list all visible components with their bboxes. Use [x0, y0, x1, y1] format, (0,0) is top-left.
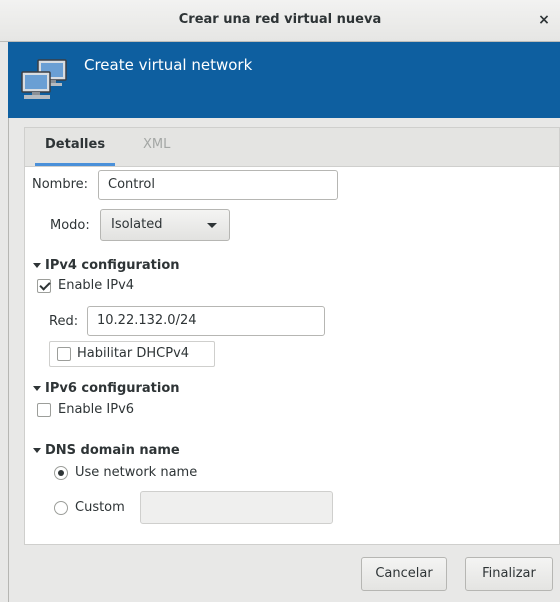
finish-button[interactable]: Finalizar [465, 557, 553, 591]
enable-dhcp-checkbox[interactable] [57, 347, 71, 361]
use-network-name-label: Use network name [75, 465, 198, 480]
name-label: Nombre: [32, 177, 89, 192]
enable-ipv4-label: Enable IPv4 [58, 278, 135, 293]
chevron-down-icon [207, 223, 217, 228]
tab-bar: Detalles XML [25, 128, 559, 167]
custom-dns-label: Custom [75, 500, 125, 515]
network-computers-icon [20, 56, 72, 106]
close-button[interactable]: × [534, 10, 554, 30]
title-bar[interactable]: Crear una red virtual nueva × [0, 0, 560, 42]
header-banner: Create virtual network [8, 42, 560, 118]
enable-dhcp-label: Habilitar DHCPv4 [77, 346, 190, 361]
mode-dropdown[interactable]: Isolated [100, 209, 230, 241]
use-network-name-radio[interactable] [54, 466, 68, 480]
enable-ipv6-label: Enable IPv6 [58, 402, 135, 417]
name-field[interactable]: Control [98, 170, 338, 200]
ipv6-heading: IPv6 configuration [45, 381, 180, 396]
ipv4-heading: IPv4 configuration [45, 258, 180, 273]
network-label: Red: [49, 314, 79, 329]
window-left-border [8, 42, 9, 602]
custom-dns-field[interactable] [140, 491, 333, 524]
details-panel: Detalles XML Nombre: Control Modo: Isola… [24, 127, 560, 545]
tab-details[interactable]: Detalles [35, 128, 116, 166]
mode-dropdown-value: Isolated [111, 217, 163, 232]
ipv6-section-header[interactable]: IPv6 configuration [33, 381, 180, 396]
expander-arrow-icon [33, 263, 41, 268]
expander-arrow-icon [33, 448, 41, 453]
dns-heading: DNS domain name [45, 443, 180, 458]
tab-xml[interactable]: XML [133, 128, 180, 166]
banner-title: Create virtual network [84, 56, 253, 74]
cancel-button[interactable]: Cancelar [361, 557, 447, 591]
window-title: Crear una red virtual nueva [178, 12, 382, 27]
expander-arrow-icon [33, 386, 41, 391]
enable-ipv4-checkbox[interactable] [37, 279, 51, 293]
ipv4-section-header[interactable]: IPv4 configuration [33, 258, 180, 273]
mode-label: Modo: [50, 218, 90, 233]
dns-section-header[interactable]: DNS domain name [33, 443, 180, 458]
network-address-field[interactable]: 10.22.132.0/24 [87, 306, 325, 336]
custom-dns-radio[interactable] [54, 501, 68, 515]
enable-ipv6-checkbox[interactable] [37, 403, 51, 417]
dialog-window: Crear una red virtual nueva × Create vir… [0, 0, 560, 602]
